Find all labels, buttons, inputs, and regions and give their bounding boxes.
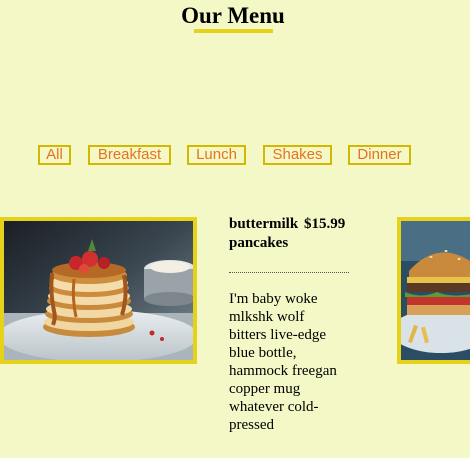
filter-button-breakfast[interactable]: Breakfast xyxy=(88,145,171,165)
menu-item-description: I'm baby woke mlkshk wolf bitters live-e… xyxy=(229,291,337,433)
page-title: Our Menu xyxy=(181,3,285,28)
pancakes-photo xyxy=(0,217,197,364)
menu-item-name: buttermilk pancakes xyxy=(229,216,299,251)
filter-button-all[interactable]: All xyxy=(38,145,71,165)
burger-image xyxy=(401,221,470,360)
menu-item-price: $15.99 xyxy=(304,216,346,232)
filter-button-shakes[interactable]: Shakes xyxy=(263,145,332,165)
title-underline xyxy=(194,29,273,33)
filter-button-lunch[interactable]: Lunch xyxy=(187,145,246,165)
filter-button-dinner[interactable]: Dinner xyxy=(348,145,411,165)
burger-photo xyxy=(397,217,470,364)
menu-item-divider xyxy=(229,272,349,273)
filter-bar: All Breakfast Lunch Shakes Dinner xyxy=(0,145,470,169)
pancakes-image xyxy=(4,221,193,360)
